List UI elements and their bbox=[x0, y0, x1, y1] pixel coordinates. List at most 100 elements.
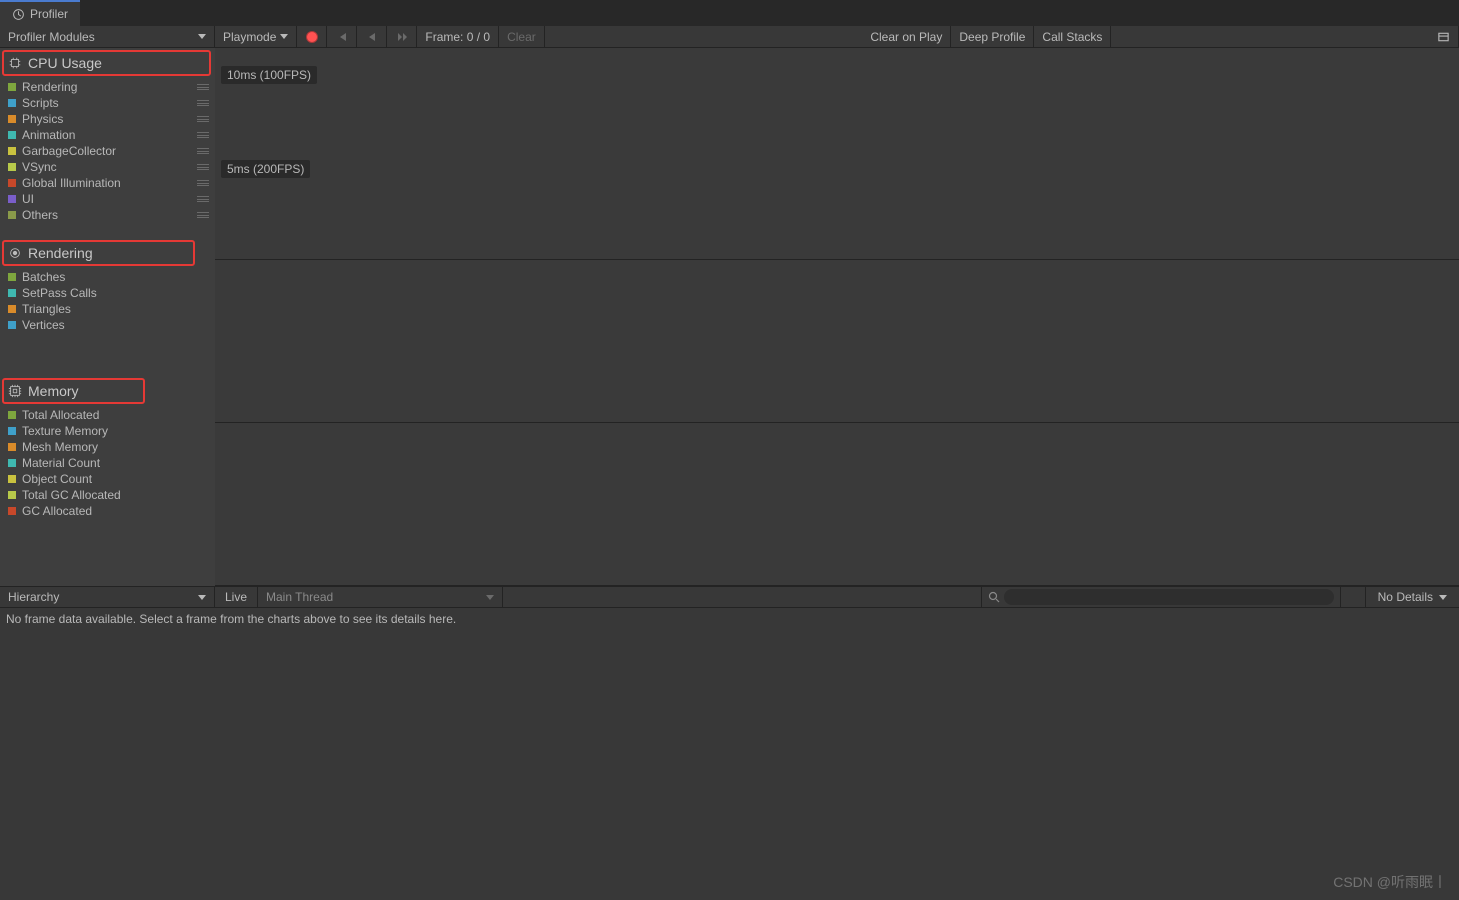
drag-handle-icon[interactable] bbox=[197, 132, 209, 138]
legend-item[interactable]: Material Count bbox=[0, 455, 215, 471]
legend-item[interactable]: Global Illumination bbox=[0, 175, 215, 191]
legend-label: VSync bbox=[22, 160, 57, 174]
legend-item[interactable]: VSync bbox=[0, 159, 215, 175]
toolbar: Profiler Modules Playmode Frame: 0 / 0 C… bbox=[0, 26, 1459, 48]
legend-item[interactable]: Animation bbox=[0, 127, 215, 143]
legend-item[interactable]: GarbageCollector bbox=[0, 143, 215, 159]
legend-item[interactable]: Rendering bbox=[0, 79, 215, 95]
chevron-down-icon bbox=[486, 595, 494, 600]
deep-profile-button[interactable]: Deep Profile bbox=[951, 26, 1034, 47]
details-toolbar: Hierarchy Live Main Thread No Details bbox=[0, 586, 1459, 608]
legend-label: GC Allocated bbox=[22, 504, 92, 518]
legend-swatch bbox=[8, 131, 16, 139]
legend-item[interactable]: Texture Memory bbox=[0, 423, 215, 439]
legend-swatch bbox=[8, 99, 16, 107]
legend-item[interactable]: Mesh Memory bbox=[0, 439, 215, 455]
legend-item[interactable]: Triangles bbox=[0, 301, 215, 317]
legend-swatch bbox=[8, 475, 16, 483]
profiler-icon bbox=[12, 8, 25, 21]
legend-swatch bbox=[8, 179, 16, 187]
frame-first-button[interactable] bbox=[327, 26, 357, 47]
legend-item[interactable]: SetPass Calls bbox=[0, 285, 215, 301]
fps-marker-100: 10ms (100FPS) bbox=[221, 66, 317, 84]
drag-handle-icon[interactable] bbox=[197, 196, 209, 202]
thread-dropdown[interactable]: Main Thread bbox=[258, 587, 503, 607]
legend-label: Animation bbox=[22, 128, 75, 142]
main-area: CPU Usage Rendering Scripts Physics Animati… bbox=[0, 48, 1459, 586]
legend-item[interactable]: GC Allocated bbox=[0, 503, 215, 519]
profiler-modules-dropdown[interactable]: Profiler Modules bbox=[0, 26, 215, 47]
legend-memory: Total AllocatedTexture Memory Mesh Memory… bbox=[0, 406, 215, 520]
legend-item[interactable]: Vertices bbox=[0, 317, 215, 333]
legend-swatch bbox=[8, 507, 16, 515]
clear-on-play-button[interactable]: Clear on Play bbox=[862, 26, 951, 47]
playmode-dropdown[interactable]: Playmode bbox=[215, 26, 297, 47]
details-mode-dropdown[interactable]: Hierarchy bbox=[0, 587, 215, 607]
no-details-dropdown[interactable]: No Details bbox=[1365, 587, 1459, 607]
legend-label: Mesh Memory bbox=[22, 440, 98, 454]
legend-rendering: Batches SetPass CallsTrianglesVertices bbox=[0, 268, 215, 334]
legend-swatch bbox=[8, 459, 16, 467]
module-header-memory[interactable]: Memory bbox=[2, 378, 145, 404]
drag-handle-icon[interactable] bbox=[197, 180, 209, 186]
module-header-cpu[interactable]: CPU Usage bbox=[2, 50, 211, 76]
details-body: No frame data available. Select a frame … bbox=[0, 608, 1459, 630]
drag-handle-icon[interactable] bbox=[197, 148, 209, 154]
drag-handle-icon[interactable] bbox=[197, 164, 209, 170]
legend-item[interactable]: UI bbox=[0, 191, 215, 207]
legend-label: GarbageCollector bbox=[22, 144, 116, 158]
chart-memory[interactable] bbox=[215, 423, 1459, 586]
legend-swatch bbox=[8, 273, 16, 281]
legend-item[interactable]: Object Count bbox=[0, 471, 215, 487]
legend-swatch bbox=[8, 83, 16, 91]
legend-label: Texture Memory bbox=[22, 424, 108, 438]
module-title: CPU Usage bbox=[28, 55, 102, 71]
legend-item[interactable]: Total GC Allocated bbox=[0, 487, 215, 503]
legend-label: Others bbox=[22, 208, 58, 222]
skip-next-icon bbox=[396, 31, 408, 43]
menu-icon bbox=[1437, 30, 1450, 44]
clear-button[interactable]: Clear bbox=[499, 26, 545, 47]
drag-handle-icon[interactable] bbox=[197, 100, 209, 106]
legend-swatch bbox=[8, 443, 16, 451]
modules-sidebar: CPU Usage Rendering Scripts Physics Animati… bbox=[0, 48, 215, 586]
live-toggle[interactable]: Live bbox=[215, 587, 258, 607]
watermark: CSDN @听雨眠丨 bbox=[1333, 872, 1447, 892]
search-input[interactable] bbox=[1004, 589, 1334, 605]
legend-item[interactable]: Total Allocated bbox=[0, 407, 215, 423]
legend-label: Rendering bbox=[22, 80, 77, 94]
context-menu-button[interactable] bbox=[1429, 26, 1459, 47]
chart-rendering[interactable] bbox=[215, 260, 1459, 423]
legend-swatch bbox=[8, 163, 16, 171]
legend-label: Physics bbox=[22, 112, 63, 126]
legend-item[interactable]: Physics bbox=[0, 111, 215, 127]
drag-handle-icon[interactable] bbox=[197, 116, 209, 122]
drag-handle-icon[interactable] bbox=[197, 84, 209, 90]
chart-cpu[interactable]: 10ms (100FPS) 5ms (200FPS) bbox=[215, 48, 1459, 260]
frame-prev-button[interactable] bbox=[357, 26, 387, 47]
module-title: Rendering bbox=[28, 245, 93, 261]
search-icon bbox=[988, 591, 1000, 603]
empty-message: No frame data available. Select a frame … bbox=[6, 612, 456, 626]
legend-label: SetPass Calls bbox=[22, 286, 97, 300]
call-stacks-button[interactable]: Call Stacks bbox=[1034, 26, 1111, 47]
record-button[interactable] bbox=[297, 26, 327, 47]
legend-swatch bbox=[8, 115, 16, 123]
legend-swatch bbox=[8, 147, 16, 155]
drag-handle-icon[interactable] bbox=[197, 212, 209, 218]
memory-icon bbox=[8, 384, 22, 398]
legend-label: Object Count bbox=[22, 472, 92, 486]
frame-next-button[interactable] bbox=[387, 26, 417, 47]
legend-label: UI bbox=[22, 192, 34, 206]
legend-label: Batches bbox=[22, 270, 65, 284]
frame-indicator: Frame: 0 / 0 bbox=[417, 26, 499, 47]
legend-item[interactable]: Batches bbox=[0, 269, 215, 285]
record-icon bbox=[306, 31, 318, 43]
legend-swatch bbox=[8, 411, 16, 419]
module-header-rendering[interactable]: Rendering bbox=[2, 240, 195, 266]
legend-label: Scripts bbox=[22, 96, 59, 110]
search-box bbox=[981, 587, 1341, 607]
legend-item[interactable]: Others bbox=[0, 207, 215, 223]
tab-profiler[interactable]: Profiler bbox=[0, 0, 80, 26]
legend-item[interactable]: Scripts bbox=[0, 95, 215, 111]
